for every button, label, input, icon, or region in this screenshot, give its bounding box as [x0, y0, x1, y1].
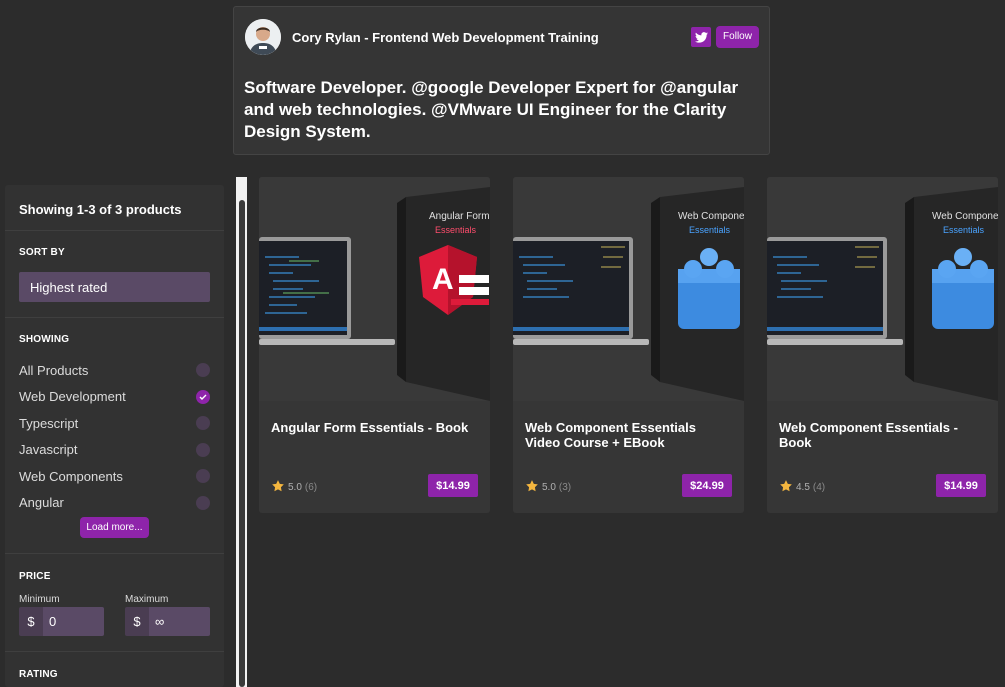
star-icon: [525, 479, 539, 496]
max-price-label: Maximum: [125, 594, 169, 605]
category-label: Javascript: [19, 442, 78, 458]
twitter-icon[interactable]: [691, 27, 711, 47]
product-title[interactable]: Angular Form Essentials - Book: [271, 420, 478, 435]
profile-bio: Software Developer. @google Developer Ex…: [244, 78, 739, 141]
category-label: Web Components: [19, 468, 123, 484]
radio-icon[interactable]: [196, 495, 210, 510]
avatar[interactable]: [245, 19, 281, 55]
category-item[interactable]: Angular: [19, 490, 210, 517]
follow-button[interactable]: Follow: [716, 26, 759, 48]
product-rating: 5.0 (3): [525, 479, 571, 496]
rating-title: RATING: [19, 669, 58, 680]
rating-value: 5.0: [288, 482, 302, 493]
results-summary: Showing 1-3 of 3 products: [5, 185, 224, 231]
price-title: PRICE: [19, 571, 51, 582]
cover-title: Angular Form: [429, 211, 490, 222]
scrollbar-thumb[interactable]: [239, 200, 245, 687]
price-button[interactable]: $24.99: [682, 474, 732, 497]
price-button[interactable]: $14.99: [428, 474, 478, 497]
max-price-field: $: [125, 607, 210, 636]
currency-symbol: $: [125, 607, 149, 636]
divider: [5, 553, 224, 554]
min-price-input[interactable]: [43, 607, 104, 636]
radio-icon[interactable]: [196, 469, 210, 484]
product-rating: 5.0 (6): [271, 479, 317, 496]
product-cover-image[interactable]: Angular Form Essentials A: [259, 177, 490, 401]
rating-value: 5.0: [542, 482, 556, 493]
product-title[interactable]: Web Component Essentials - Book: [779, 420, 986, 450]
product-card[interactable]: Web Component Essentials Web Component E…: [767, 177, 998, 513]
category-item[interactable]: All Products: [19, 357, 210, 384]
sort-title: SORT BY: [19, 247, 65, 258]
review-count: (6): [304, 482, 318, 493]
price-button[interactable]: $14.99: [936, 474, 986, 497]
category-label: Angular: [19, 495, 64, 511]
product-rating: 4.5 (4): [779, 479, 825, 496]
twitter-profile-card: Cory Rylan - Frontend Web Development Tr…: [233, 6, 770, 155]
min-price-field: $: [19, 607, 104, 636]
star-icon: [271, 479, 285, 496]
cover-subtitle: Essentials: [435, 225, 477, 235]
radio-icon[interactable]: [196, 363, 210, 378]
sort-select[interactable]: Highest rated: [19, 272, 210, 302]
cover-title: Web Component: [932, 211, 998, 222]
cover-subtitle: Essentials: [689, 225, 731, 235]
cover-title: Web Component: [678, 211, 744, 222]
category-item[interactable]: Typescript: [19, 410, 210, 437]
currency-symbol: $: [19, 607, 43, 636]
category-label: All Products: [19, 362, 89, 378]
filter-sidebar: Showing 1-3 of 3 products SORT BY Highes…: [5, 185, 224, 687]
category-item[interactable]: Web Development: [19, 384, 210, 411]
profile-name[interactable]: Cory Rylan - Frontend Web Development Tr…: [292, 30, 599, 45]
max-price-input[interactable]: [149, 607, 210, 636]
category-label: Web Development: [19, 389, 126, 405]
star-icon: [779, 479, 793, 496]
divider: [5, 651, 224, 652]
review-count: (3): [558, 482, 572, 493]
showing-title: SHOWING: [19, 334, 70, 345]
divider: [5, 317, 224, 318]
category-list: All Products Web Development Typescript …: [19, 357, 210, 516]
category-label: Typescript: [19, 415, 79, 431]
radio-icon[interactable]: [196, 442, 210, 457]
product-card[interactable]: Angular Form Essentials A Angular Form E…: [259, 177, 490, 513]
review-count: (4): [812, 482, 826, 493]
product-cover-image[interactable]: Web Component Essentials: [767, 177, 998, 401]
radio-icon[interactable]: [196, 416, 210, 431]
load-more-button[interactable]: Load more...: [80, 517, 149, 538]
category-item[interactable]: Javascript: [19, 437, 210, 464]
min-price-label: Minimum: [19, 594, 60, 605]
category-item[interactable]: Web Components: [19, 463, 210, 490]
product-title[interactable]: Web Component Essentials Video Course + …: [525, 420, 732, 450]
svg-text:A: A: [432, 263, 454, 296]
product-card[interactable]: Web Component Essentials Web Component E…: [513, 177, 744, 513]
product-cover-image[interactable]: Web Component Essentials: [513, 177, 744, 401]
radio-checked-icon[interactable]: [196, 389, 210, 404]
cover-subtitle: Essentials: [943, 225, 985, 235]
rating-value: 4.5: [796, 482, 810, 493]
